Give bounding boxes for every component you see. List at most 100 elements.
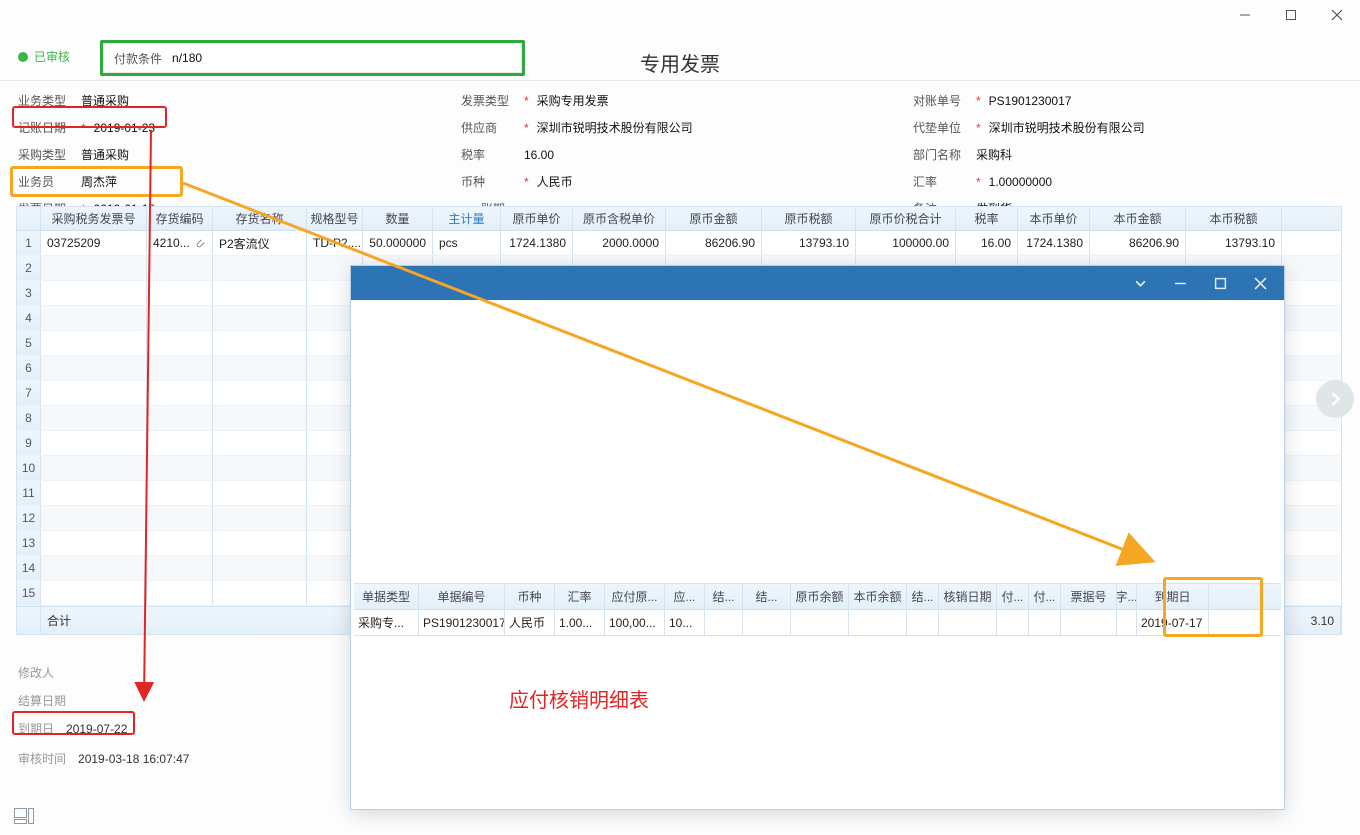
cell[interactable]: 100000.00 [856, 231, 956, 255]
column-header[interactable]: 采购税务发票号 [41, 207, 147, 230]
cell[interactable] [147, 531, 213, 555]
column-header[interactable]: 规格型号 [307, 207, 363, 230]
column-header[interactable]: 数量 [363, 207, 433, 230]
popup-cell[interactable] [939, 610, 997, 635]
cell[interactable] [147, 481, 213, 505]
popup-grid[interactable]: 单据类型单据编号币种汇率应付原...应...结...结...原币余额本币余额结.… [354, 583, 1281, 636]
form-value[interactable]: 深圳市锐明技术股份有限公司 [537, 119, 693, 136]
cell[interactable] [213, 281, 307, 305]
column-header[interactable]: 原币金额 [666, 207, 762, 230]
popup-cell[interactable] [1061, 610, 1117, 635]
cell[interactable]: 1724.1380 [501, 231, 573, 255]
cell[interactable] [147, 281, 213, 305]
popup-cell[interactable] [907, 610, 939, 635]
cell[interactable] [41, 481, 147, 505]
cell[interactable] [41, 406, 147, 430]
column-header[interactable]: 存货编码 [147, 207, 213, 230]
cell[interactable]: 13793.10 [762, 231, 856, 255]
popup-cell[interactable]: 采购专... [354, 610, 419, 635]
popup-column-header[interactable]: 核销日期 [939, 584, 997, 609]
cell[interactable] [41, 281, 147, 305]
cell[interactable] [41, 506, 147, 530]
form-value[interactable]: 深圳市锐明技术股份有限公司 [989, 119, 1145, 136]
maximize-button[interactable] [1268, 0, 1314, 30]
cell[interactable] [41, 431, 147, 455]
cell[interactable]: 86206.90 [1090, 231, 1186, 255]
cell[interactable]: 50.000000 [363, 231, 433, 255]
popup-maximize-button[interactable] [1200, 266, 1240, 300]
form-value[interactable]: 普通采购 [81, 92, 129, 109]
popup-column-header[interactable]: 币种 [505, 584, 555, 609]
popup-cell[interactable]: 人民币 [505, 610, 555, 635]
cell[interactable] [213, 481, 307, 505]
cell[interactable]: 1724.1380 [1018, 231, 1090, 255]
cell[interactable] [213, 456, 307, 480]
popup-column-header[interactable]: 字... [1117, 584, 1137, 609]
form-value[interactable]: PS1901230017 [989, 94, 1072, 108]
form-value[interactable]: 周杰萍 [81, 173, 117, 190]
popup-column-header[interactable]: 到期日 [1137, 584, 1209, 609]
cell[interactable] [213, 556, 307, 580]
cell[interactable]: P2客流仪 [213, 231, 307, 255]
minimize-button[interactable] [1222, 0, 1268, 30]
column-header[interactable]: 本币税额 [1186, 207, 1282, 230]
popup-column-header[interactable]: 原币余额 [791, 584, 849, 609]
cell[interactable] [147, 256, 213, 280]
cell[interactable] [41, 581, 147, 605]
column-header[interactable]: 本币单价 [1018, 207, 1090, 230]
cell[interactable] [213, 406, 307, 430]
popup-cell[interactable] [849, 610, 907, 635]
form-value[interactable]: 16.00 [524, 148, 554, 162]
cell[interactable] [213, 531, 307, 555]
form-value[interactable]: 采购专用发票 [537, 92, 609, 109]
popup-close-button[interactable] [1240, 266, 1280, 300]
cell[interactable] [41, 256, 147, 280]
popup-column-header[interactable]: 本币余额 [849, 584, 907, 609]
cell[interactable]: 2000.0000 [573, 231, 666, 255]
popup-cell[interactable]: PS1901230017 [419, 610, 505, 635]
cell[interactable] [213, 381, 307, 405]
layout-icon[interactable] [14, 808, 34, 827]
cell[interactable] [213, 256, 307, 280]
popup-column-header[interactable]: 付... [997, 584, 1029, 609]
column-header[interactable]: 原币单价 [501, 207, 573, 230]
form-value[interactable]: 普通采购 [81, 146, 129, 163]
popup-cell[interactable] [791, 610, 849, 635]
column-header[interactable] [17, 207, 41, 230]
popup-column-header[interactable]: 付... [1029, 584, 1061, 609]
popup-cell[interactable]: 10... [665, 610, 705, 635]
cell[interactable]: 03725209 [41, 231, 147, 255]
popup-dropdown-button[interactable] [1120, 266, 1160, 300]
cell[interactable] [147, 506, 213, 530]
popup-column-header[interactable]: 结... [907, 584, 939, 609]
table-row[interactable]: 1037252094210...P2客流仪TD-P2,...50.000000p… [17, 231, 1341, 256]
popup-column-header[interactable]: 结... [743, 584, 791, 609]
column-header[interactable]: 本币金额 [1090, 207, 1186, 230]
cell[interactable] [213, 306, 307, 330]
popup-cell[interactable] [1117, 610, 1137, 635]
cell[interactable] [147, 406, 213, 430]
popup-column-header[interactable]: 结... [705, 584, 743, 609]
column-header[interactable]: 原币含税单价 [573, 207, 666, 230]
cell[interactable]: pcs [433, 231, 501, 255]
column-header[interactable]: 原币价税合计 [856, 207, 956, 230]
form-value[interactable]: 1.00000000 [989, 175, 1052, 189]
popup-cell[interactable] [1029, 610, 1061, 635]
cell[interactable]: TD-P2,... [307, 231, 363, 255]
close-button[interactable] [1314, 0, 1360, 30]
column-header[interactable]: 原币税额 [762, 207, 856, 230]
popup-cell[interactable] [997, 610, 1029, 635]
cell[interactable] [147, 356, 213, 380]
cell[interactable]: 13793.10 [1186, 231, 1282, 255]
cell[interactable]: 4210... [147, 231, 213, 255]
popup-column-header[interactable]: 汇率 [555, 584, 605, 609]
form-value[interactable]: 人民币 [537, 173, 573, 190]
cell[interactable] [41, 331, 147, 355]
form-value[interactable]: 2019-01-23 [94, 121, 155, 135]
popup-column-header[interactable]: 应... [665, 584, 705, 609]
cell[interactable] [41, 556, 147, 580]
popup-minimize-button[interactable] [1160, 266, 1200, 300]
cell[interactable] [147, 431, 213, 455]
cell[interactable] [147, 331, 213, 355]
cell[interactable] [41, 381, 147, 405]
